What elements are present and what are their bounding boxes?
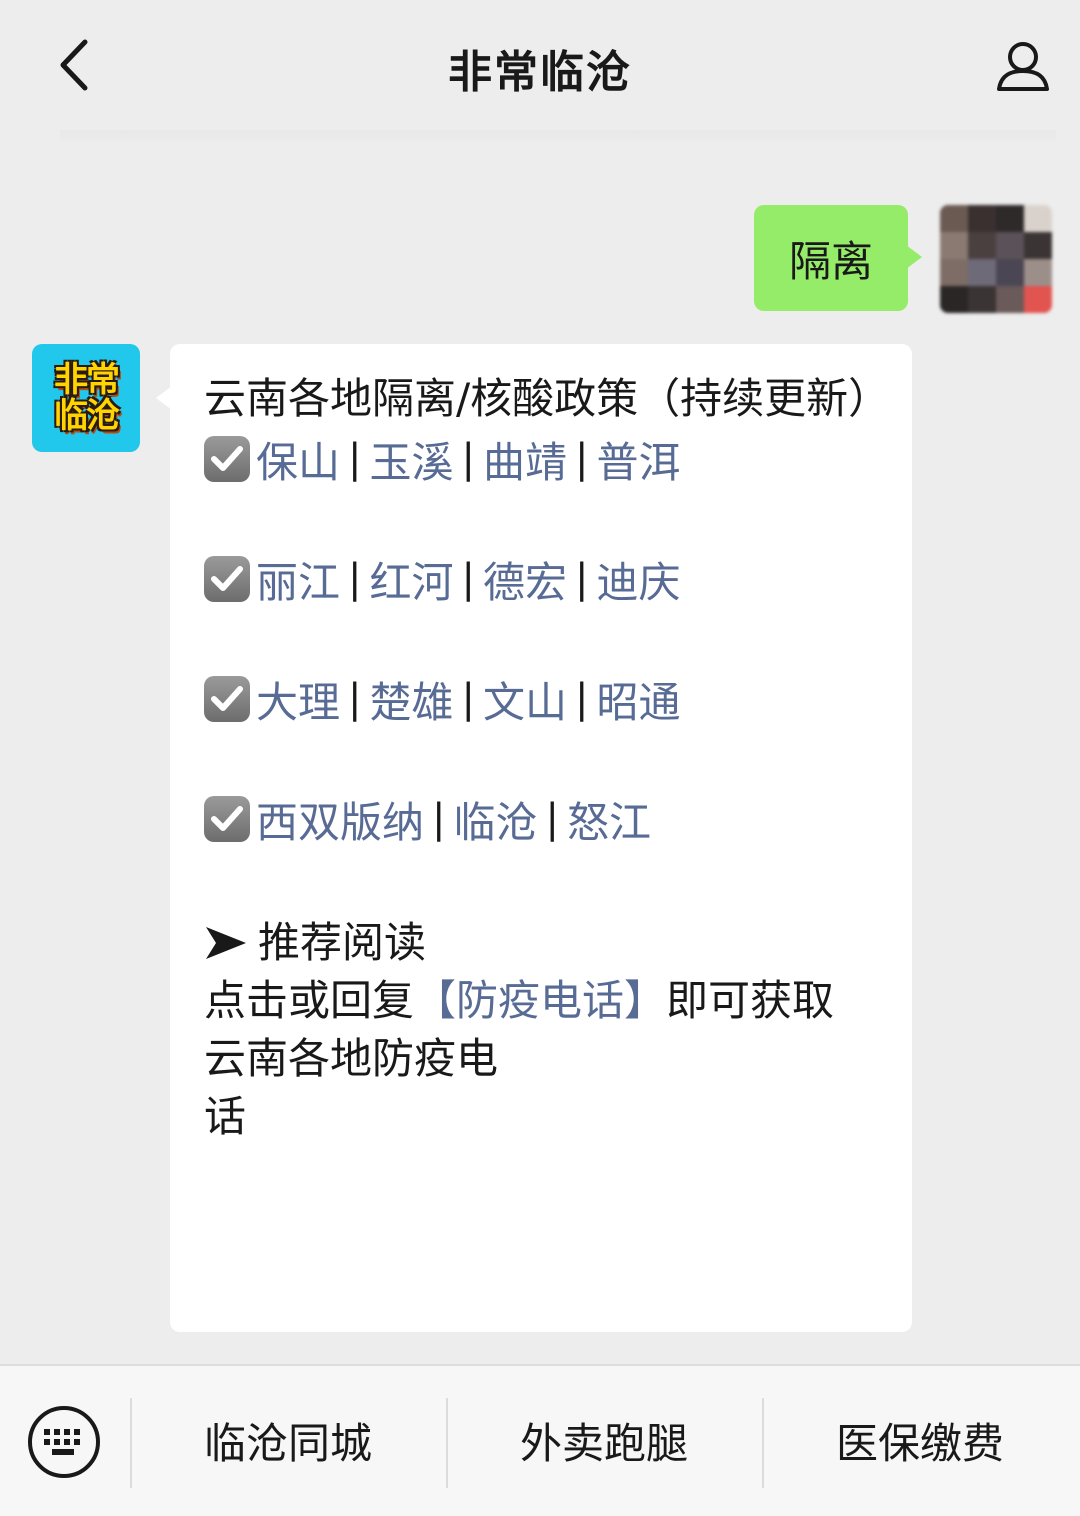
- region-separator: |: [575, 436, 589, 482]
- region-row: 西双版纳 | 临沧 | 怒江: [204, 790, 882, 848]
- outgoing-message-text: 隔离: [788, 236, 873, 286]
- incoming-message-bubble: 云南各地隔离/核酸政策（持续更新） 保山 | 玉溪 | 曲靖 | 普洱 丽江 | 红河 | 德宏 | 迪庆…: [156, 344, 912, 1332]
- region-row: 保山 | 玉溪 | 曲靖 | 普洱: [204, 430, 882, 488]
- region-separator: |: [348, 436, 362, 482]
- region-row: 大理 | 楚雄 | 文山 | 昭通: [204, 670, 882, 728]
- menu-item-delivery[interactable]: 外卖跑腿: [446, 1414, 762, 1474]
- region-separator: |: [348, 676, 362, 722]
- tip-line: 点击或回复【防疫电话】即可获取: [204, 972, 882, 1030]
- region-link[interactable]: 临沧: [454, 789, 538, 850]
- avatar-logo-line2: 临沧: [54, 396, 120, 436]
- region-link[interactable]: 德宏: [483, 549, 567, 610]
- region-link[interactable]: 玉溪: [370, 429, 454, 490]
- row-gap: [204, 608, 882, 668]
- row-gap: [204, 848, 882, 908]
- message-title: 云南各地隔离/核酸政策（持续更新）: [204, 374, 891, 423]
- menu-item-local-city[interactable]: 临沧同城: [130, 1414, 446, 1474]
- header-shadow: [60, 130, 1056, 144]
- official-account-avatar[interactable]: 非常 临沧: [32, 344, 140, 452]
- region-link[interactable]: 丽江: [256, 549, 340, 610]
- region-link[interactable]: 怒江: [567, 789, 651, 850]
- region-separator: |: [461, 676, 475, 722]
- avatar-logo-line1: 非常: [54, 360, 120, 400]
- tip-prefix: 点击或回复: [204, 976, 415, 1025]
- region-separator: |: [575, 676, 589, 722]
- region-separator: |: [575, 556, 589, 602]
- tip-line-3: 话: [204, 1092, 247, 1141]
- tip-suffix: 即可获取: [666, 976, 835, 1025]
- region-separator: |: [348, 556, 362, 602]
- row-gap: [204, 728, 882, 788]
- region-link[interactable]: 保山: [256, 429, 340, 490]
- region-link[interactable]: 大理: [256, 669, 340, 730]
- region-link[interactable]: 迪庆: [597, 549, 681, 610]
- profile-button[interactable]: [990, 36, 1056, 96]
- region-row: 丽江 | 红河 | 德宏 | 迪庆: [204, 550, 882, 608]
- region-separator: |: [545, 796, 559, 842]
- region-separator: |: [461, 436, 475, 482]
- outgoing-message-bubble[interactable]: 隔离: [754, 205, 922, 311]
- keyboard-toggle-button[interactable]: [28, 1406, 100, 1478]
- checkbox-checked-icon: [204, 796, 250, 842]
- checkbox-checked-icon: [204, 556, 250, 602]
- checkbox-checked-icon: [204, 676, 250, 722]
- person-icon: [997, 42, 1049, 91]
- region-link[interactable]: 西双版纳: [256, 789, 424, 850]
- region-separator: |: [432, 796, 446, 842]
- region-link[interactable]: 文山: [483, 669, 567, 730]
- region-link[interactable]: 普洱: [597, 429, 681, 490]
- epidemic-phone-link[interactable]: 【防疫电话】: [414, 976, 666, 1025]
- page-title: 非常临沧: [448, 47, 632, 98]
- region-separator: |: [461, 556, 475, 602]
- recommend-label: 推荐阅读: [258, 918, 427, 967]
- region-link[interactable]: 昭通: [597, 669, 681, 730]
- region-list: 保山 | 玉溪 | 曲靖 | 普洱 丽江 | 红河 | 德宏 | 迪庆 大理 | 楚雄 | 文山 | 昭通 西双版纳 | 临沧…: [204, 430, 882, 908]
- bottom-menu-bar: 临沧同城 外卖跑腿 医保缴费: [0, 1364, 1080, 1516]
- tip-line-2: 云南各地防疫电: [204, 1034, 499, 1083]
- keyboard-icon: [44, 1429, 80, 1455]
- menu-item-medical-insurance[interactable]: 医保缴费: [762, 1414, 1078, 1474]
- top-navigation-bar: 非常临沧: [0, 0, 1080, 132]
- recommend-reading: 推荐阅读: [204, 914, 882, 972]
- region-link[interactable]: 曲靖: [483, 429, 567, 490]
- region-link[interactable]: 楚雄: [370, 669, 454, 730]
- region-link[interactable]: 红河: [370, 549, 454, 610]
- arrow-right-icon: [206, 927, 246, 959]
- user-avatar[interactable]: [940, 205, 1052, 313]
- row-gap: [204, 488, 882, 548]
- checkbox-checked-icon: [204, 436, 250, 482]
